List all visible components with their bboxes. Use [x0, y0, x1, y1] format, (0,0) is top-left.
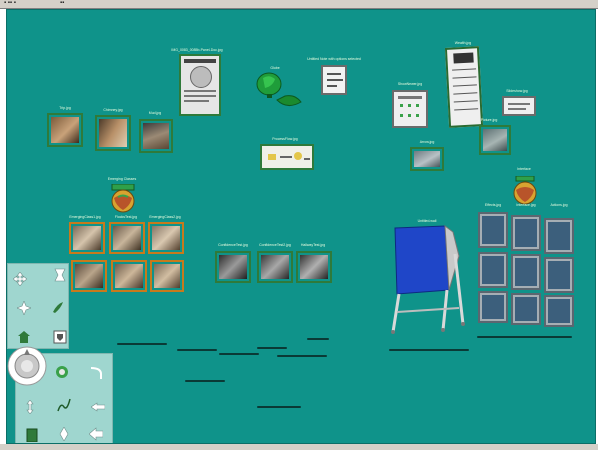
floor-shadow [219, 353, 259, 355]
mid-label: HallwayTest.jpg [300, 243, 326, 247]
orbit-icon[interactable] [90, 400, 106, 414]
floor-shadow [477, 336, 572, 338]
form-panel-label: ShowNewer.jpg [397, 82, 423, 86]
blue-tile[interactable] [511, 215, 541, 251]
blue-tile[interactable] [478, 212, 508, 248]
paint-icon[interactable] [51, 300, 65, 314]
floor-shadow [117, 343, 167, 345]
right-globe-label: Interface [517, 167, 531, 171]
orange-photo-card[interactable] [150, 260, 184, 292]
floor-shadow [277, 355, 327, 357]
slideshow-label: Slideshow.jpg [506, 89, 528, 93]
orange-label: EmergingClass2.jpg [149, 215, 181, 219]
emerging-label: Emerging Classes [107, 177, 137, 181]
blue-label: Effects.jpg [484, 203, 502, 207]
floor-shadow [257, 347, 287, 349]
picture-label: Picture.jpg [480, 118, 498, 122]
blue-tile[interactable] [478, 252, 508, 288]
status-bar [0, 444, 598, 450]
floor-shadow [257, 406, 301, 408]
photo-card[interactable] [47, 113, 83, 147]
orange-photo-card[interactable] [109, 222, 145, 254]
menu-item[interactable]: ▪▪ [58, 0, 66, 7]
diagram-label: ProcessFlow.jpg [272, 137, 298, 141]
right-globe-icon[interactable] [512, 175, 538, 206]
picture-card[interactable] [479, 125, 511, 155]
list-panel[interactable] [444, 46, 484, 128]
doc-panel[interactable] [179, 54, 221, 116]
menu-item[interactable]: ▪ ▪▪ ▪ [2, 0, 18, 7]
hook-icon[interactable] [89, 366, 103, 380]
path-icon[interactable] [57, 398, 71, 412]
easel-board[interactable] [387, 224, 467, 336]
form-panel[interactable] [392, 90, 428, 128]
blue-tile[interactable] [478, 291, 508, 323]
mid-photo-card[interactable] [215, 251, 251, 283]
globe-icon[interactable] [255, 72, 303, 114]
orange-label: EmergingClass1.jpg [69, 215, 101, 219]
blue-label: Interface.jpg [516, 203, 536, 207]
home-icon[interactable] [17, 330, 31, 344]
globe-label: Globe [270, 66, 280, 70]
list-panel-label: Wealth.jpg [454, 41, 472, 45]
menu-bar: ▪ ▪▪ ▪ ▪▪ [0, 0, 598, 9]
blue-tile[interactable] [544, 295, 574, 327]
mid-photo-card[interactable] [257, 251, 293, 283]
mid-photo-card[interactable] [296, 251, 332, 283]
orange-photo-card[interactable] [111, 260, 147, 292]
arrow-card[interactable] [410, 147, 444, 171]
floor-shadow [307, 338, 329, 340]
note-label: Untitled Note with options selected [307, 57, 361, 61]
floor-shadow [177, 349, 217, 351]
mid-label: ConfidenceTest.jpg [218, 243, 248, 247]
class-globe-icon[interactable] [110, 183, 136, 214]
orange-label: FlocksTest.jpg [114, 215, 138, 219]
drag-icon[interactable] [23, 399, 37, 415]
slideshow-panel[interactable] [502, 96, 536, 116]
arrow-target-icon[interactable] [88, 427, 104, 441]
orange-photo-card[interactable] [71, 260, 107, 292]
blue-tile[interactable] [511, 254, 541, 290]
blue-tile[interactable] [544, 257, 574, 293]
orange-photo-card[interactable] [148, 222, 184, 254]
move-icon[interactable] [12, 271, 28, 287]
rotate-icon[interactable] [16, 300, 32, 316]
blue-label: Actions.jpg [550, 203, 568, 207]
navigation-disc-icon[interactable] [7, 346, 47, 386]
3d-desktop[interactable]: IMG_0083_0085b-Panel-Doc.jpg Globe Untit… [6, 9, 596, 444]
blue-tile[interactable] [511, 293, 541, 325]
photo-card[interactable] [95, 115, 131, 151]
mid-label: ConfidenceTest2.jpg [259, 243, 291, 247]
note-panel[interactable] [321, 65, 347, 95]
floor-shadow [185, 380, 225, 382]
shield-icon[interactable] [53, 330, 67, 344]
pan-icon[interactable] [53, 268, 67, 282]
spray-icon[interactable] [57, 426, 71, 442]
photo-label: Mud.jpg [148, 111, 162, 115]
floor-shadow [389, 349, 469, 351]
trash-icon[interactable] [25, 428, 39, 443]
arrow-label: Arrow.jpg [419, 140, 435, 144]
target-icon[interactable] [55, 365, 69, 379]
photo-label: Chimney.jpg [103, 108, 123, 112]
easel-label: Untitled.wall [417, 219, 437, 223]
photo-label: Trip.jpg [59, 106, 71, 110]
diagram-panel[interactable] [260, 144, 314, 170]
doc-panel-label: IMG_0083_0085b-Panel-Doc.jpg [171, 48, 223, 52]
orange-photo-card[interactable] [69, 222, 105, 254]
blue-tile[interactable] [544, 218, 574, 254]
photo-card[interactable] [139, 119, 173, 153]
